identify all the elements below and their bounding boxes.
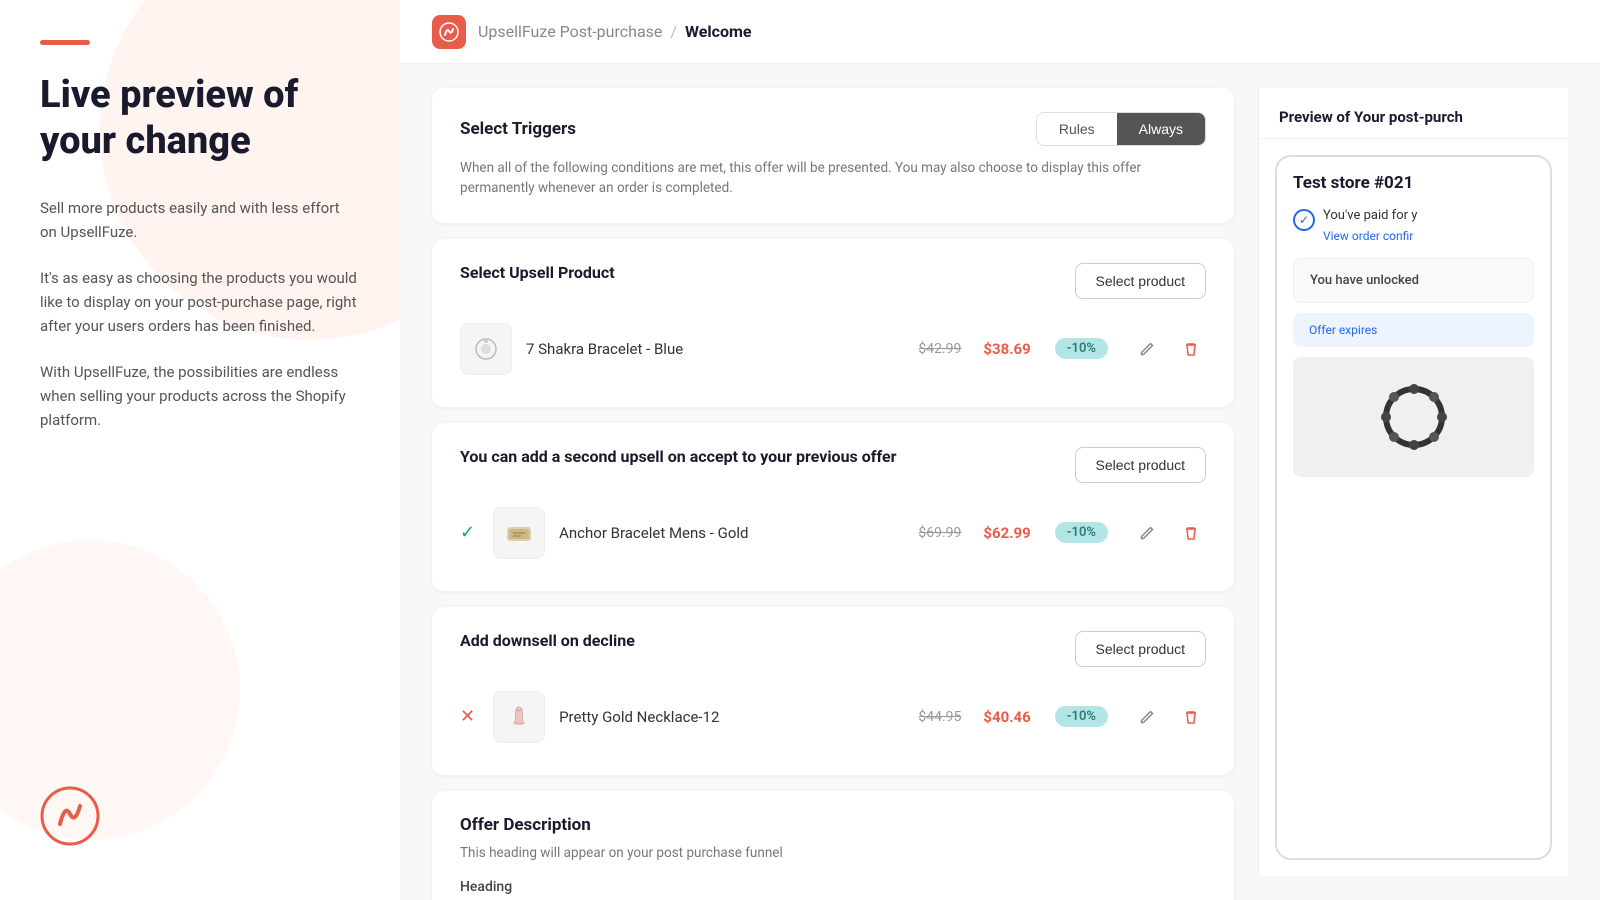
upsell-product-img [460,323,512,375]
upsell-product-row: 7 Shakra Bracelet - Blue $42.99 $38.69 -… [460,315,1206,383]
second-upsell-section-header: You can add a second upsell on accept to… [460,447,1206,483]
preview-header: Preview of Your post-purch [1259,88,1568,139]
phone-expires-text: Offer expires [1309,323,1518,337]
rules-button[interactable]: Rules [1037,113,1117,145]
second-upsell-discount-badge: -10% [1055,522,1108,543]
second-upsell-product-name: Anchor Bracelet Mens - Gold [559,524,904,542]
second-upsell-delete-icon[interactable] [1176,518,1206,548]
downsell-select-btn[interactable]: Select product [1075,631,1207,667]
offer-desc-text: This heading will appear on your post pu… [460,843,1206,863]
heading-label: Heading [460,879,1206,895]
breadcrumb-sep: / [670,22,677,41]
nav-logo [432,15,466,49]
downsell-product-img [493,691,545,743]
toggle-group: Rules Always [1036,112,1206,146]
offer-desc-card: Offer Description This heading will appe… [432,791,1234,900]
upsell-select-btn[interactable]: Select product [1075,263,1207,299]
upsell-section-header: Select Upsell Product Select product [460,263,1206,299]
triggers-header: Select Triggers Rules Always [460,112,1206,146]
downsell-edit-icon[interactable] [1132,702,1162,732]
triggers-card: Select Triggers Rules Always When all of… [432,88,1234,223]
upsell-discounted-price: $38.69 [983,340,1030,358]
upsell-product-name: 7 Shakra Bracelet - Blue [526,340,904,358]
downsell-discount-badge: -10% [1055,706,1108,727]
upsell-title: Select Upsell Product [460,263,615,282]
phone-paid-text: You've paid for y [1323,207,1417,225]
phone-check-circle-icon: ✓ [1293,209,1315,231]
left-desc-3: With UpsellFuze, the possibilities are e… [40,360,360,432]
downsell-delete-icon[interactable] [1176,702,1206,732]
upsell-original-price: $42.99 [918,341,961,357]
phone-unlocked-text: You have unlocked [1310,273,1517,288]
bracelet-illustration [1374,377,1454,457]
breadcrumb: UpsellFuze Post-purchase / Welcome [478,22,752,41]
nav-logo-icon [439,22,459,42]
upsell-discount-badge: -10% [1055,338,1108,359]
downsell-original-price: $44.95 [918,709,961,725]
triggers-title: Select Triggers [460,119,576,139]
phone-bracelet-img [1293,357,1534,477]
form-column: Select Triggers Rules Always When all of… [432,88,1234,876]
second-upsell-product-row: ✓ Anchor Bracelet Mens - Gold $69.99 $62… [460,499,1206,567]
preview-panel: Preview of Your post-purch Test store #0… [1258,88,1568,876]
upsell-product-icon [470,333,502,365]
content-scroll: Select Triggers Rules Always When all of… [400,64,1600,900]
always-button[interactable]: Always [1117,113,1205,145]
phone-store-name: Test store #021 [1293,173,1534,193]
offer-desc-title: Offer Description [460,815,591,835]
downsell-discounted-price: $40.46 [983,708,1030,726]
main-area: UpsellFuze Post-purchase / Welcome Selec… [400,0,1600,900]
second-upsell-card: You can add a second upsell on accept to… [432,423,1234,591]
accent-line [40,40,90,45]
downsell-product-icon [503,701,535,733]
phone-mockup: Test store #021 ✓ You've paid for y View… [1275,155,1552,860]
second-upsell-title: You can add a second upsell on accept to… [460,447,897,466]
triggers-desc: When all of the following conditions are… [460,158,1206,199]
phone-paid-row: ✓ You've paid for y View order confir [1293,207,1534,244]
left-desc-1: Sell more products easily and with less … [40,196,360,244]
left-desc-2: It's as easy as choosing the products yo… [40,266,360,338]
downsell-product-name: Pretty Gold Necklace-12 [559,708,904,726]
left-title: Live preview of your change [40,73,360,164]
downsell-product-row: ✕ Pretty Gold Necklace-12 $44.95 $40.46 … [460,683,1206,751]
second-upsell-product-icon [503,517,535,549]
second-upsell-select-btn[interactable]: Select product [1075,447,1207,483]
phone-paid-info: You've paid for y View order confir [1323,207,1417,244]
breadcrumb-current: Welcome [685,22,752,41]
downsell-x-icon: ✕ [460,706,475,727]
phone-expires-box: Offer expires [1293,313,1534,347]
second-upsell-edit-icon[interactable] [1132,518,1162,548]
preview-phone-frame: Test store #021 ✓ You've paid for y View… [1259,139,1568,876]
heading-input-group: Heading 34/70 [460,879,1206,900]
top-nav: UpsellFuze Post-purchase / Welcome [400,0,1600,64]
downsell-section-header: Add downsell on decline Select product [460,631,1206,667]
logo-area [40,786,100,850]
second-upsell-check-icon: ✓ [460,522,475,543]
upsell-product-card: Select Upsell Product Select product 7 S… [432,239,1234,407]
second-upsell-product-img [493,507,545,559]
upsell-edit-icon[interactable] [1132,334,1162,364]
upsell-delete-icon[interactable] [1176,334,1206,364]
left-panel: Live preview of your change Sell more pr… [0,0,400,900]
second-upsell-original-price: $69.99 [918,525,961,541]
breadcrumb-parent: UpsellFuze Post-purchase [478,22,662,41]
downsell-card: Add downsell on decline Select product ✕… [432,607,1234,775]
phone-unlocked-box: You have unlocked [1293,258,1534,303]
second-upsell-discounted-price: $62.99 [983,524,1030,542]
phone-view-order-link[interactable]: View order confir [1323,229,1413,243]
downsell-title: Add downsell on decline [460,631,635,650]
brand-logo-icon [40,786,100,846]
